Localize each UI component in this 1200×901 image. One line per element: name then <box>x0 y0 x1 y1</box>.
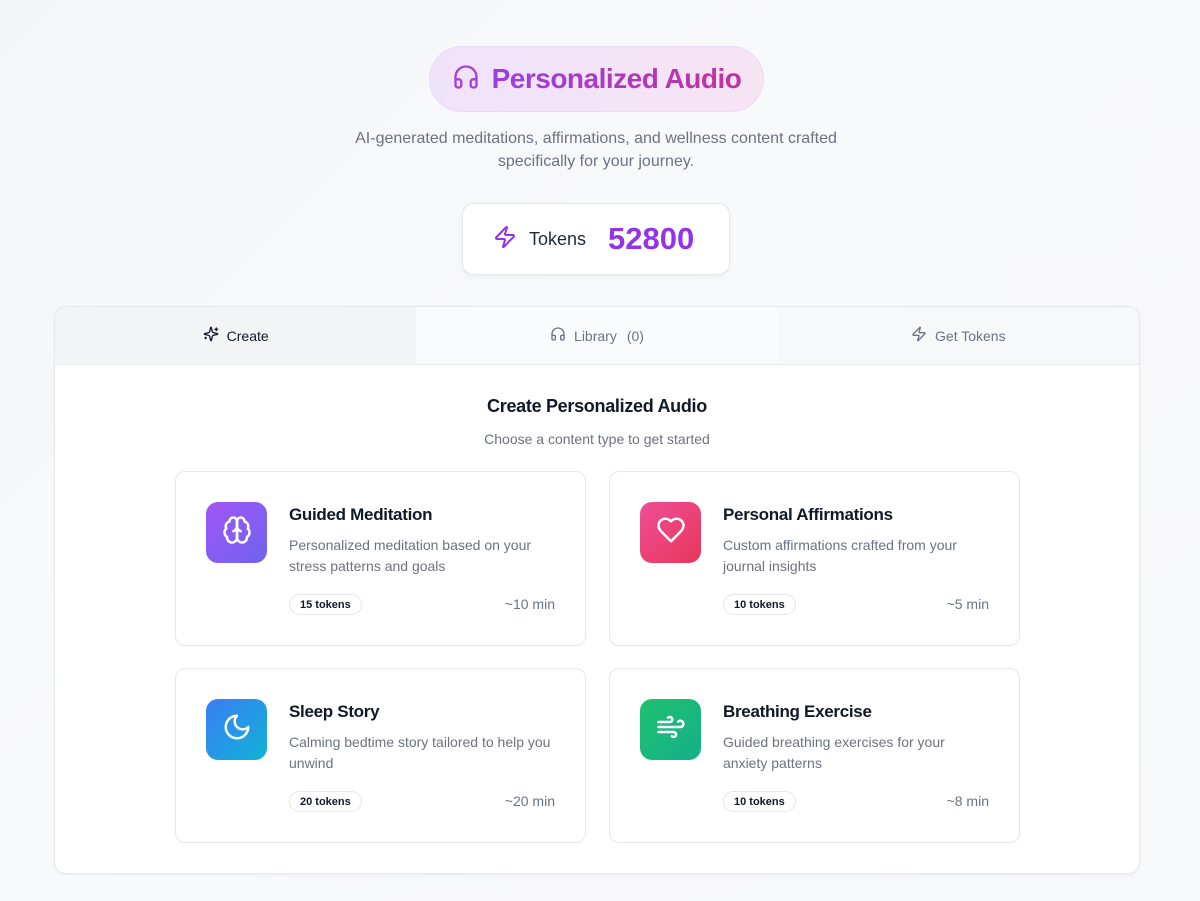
tab-library-label: Library <box>574 327 617 344</box>
tab-library[interactable]: Library (0) <box>416 307 778 364</box>
card-sleep-story[interactable]: Sleep Story Calming bedtime story tailor… <box>175 668 586 843</box>
card-title: Guided Meditation <box>289 505 433 524</box>
token-cost-badge: 15 tokens <box>289 594 362 615</box>
heart-icon <box>656 515 686 550</box>
brain-icon <box>222 515 252 550</box>
tokens-value: 52800 <box>608 221 695 256</box>
tokens-balance-card: Tokens 52800 <box>462 203 730 275</box>
icon-tile <box>206 502 267 563</box>
moon-icon <box>222 712 252 747</box>
card-description: Personalized meditation based on your st… <box>289 537 532 574</box>
tab-get-tokens-label: Get Tokens <box>935 327 1006 344</box>
card-breathing-exercise[interactable]: Breathing Exercise Guided breathing exer… <box>609 668 1020 843</box>
card-description: Calming bedtime story tailored to help y… <box>289 734 551 771</box>
sparkles-icon <box>203 326 219 345</box>
card-description: Guided breathing exercises for your anxi… <box>723 734 945 771</box>
duration-label: ~5 min <box>946 596 989 612</box>
page-title: Personalized Audio <box>491 63 742 94</box>
token-cost-badge: 10 tokens <box>723 791 796 812</box>
card-personal-affirmations[interactable]: Personal Affirmations Custom affirmation… <box>609 471 1020 646</box>
tab-create[interactable]: Create <box>55 307 417 364</box>
tab-create-label: Create <box>226 327 269 344</box>
hero-title-pill: Personalized Audio <box>429 46 764 112</box>
token-cost-badge: 10 tokens <box>723 594 796 615</box>
duration-label: ~10 min <box>504 596 555 612</box>
zap-icon <box>911 326 927 345</box>
card-title: Personal Affirmations <box>723 505 893 524</box>
headphones-icon <box>452 63 480 96</box>
duration-label: ~8 min <box>946 793 989 809</box>
section-subtitle: Choose a content type to get started <box>484 431 710 447</box>
section-title: Create Personalized Audio <box>487 396 707 416</box>
icon-tile <box>640 699 701 760</box>
tab-get-tokens[interactable]: Get Tokens <box>778 307 1139 364</box>
card-title: Breathing Exercise <box>723 702 872 721</box>
duration-label: ~20 min <box>504 793 555 809</box>
card-title: Sleep Story <box>289 702 380 721</box>
zap-icon <box>493 225 517 254</box>
icon-tile <box>206 699 267 760</box>
tokens-label: Tokens <box>529 228 587 249</box>
headphones-icon <box>550 326 566 345</box>
page-subtitle: AI-generated meditations, affirmations, … <box>355 130 837 170</box>
wind-icon <box>656 712 686 747</box>
card-guided-meditation[interactable]: Guided Meditation Personalized meditatio… <box>175 471 586 646</box>
card-description: Custom affirmations crafted from your jo… <box>723 537 957 574</box>
main-panel: Create Library (0) Get Tokens Create Per… <box>54 306 1140 874</box>
library-count: (0) <box>626 327 644 344</box>
icon-tile <box>640 502 701 563</box>
tab-bar: Create Library (0) Get Tokens <box>55 307 1139 365</box>
token-cost-badge: 20 tokens <box>289 791 362 812</box>
